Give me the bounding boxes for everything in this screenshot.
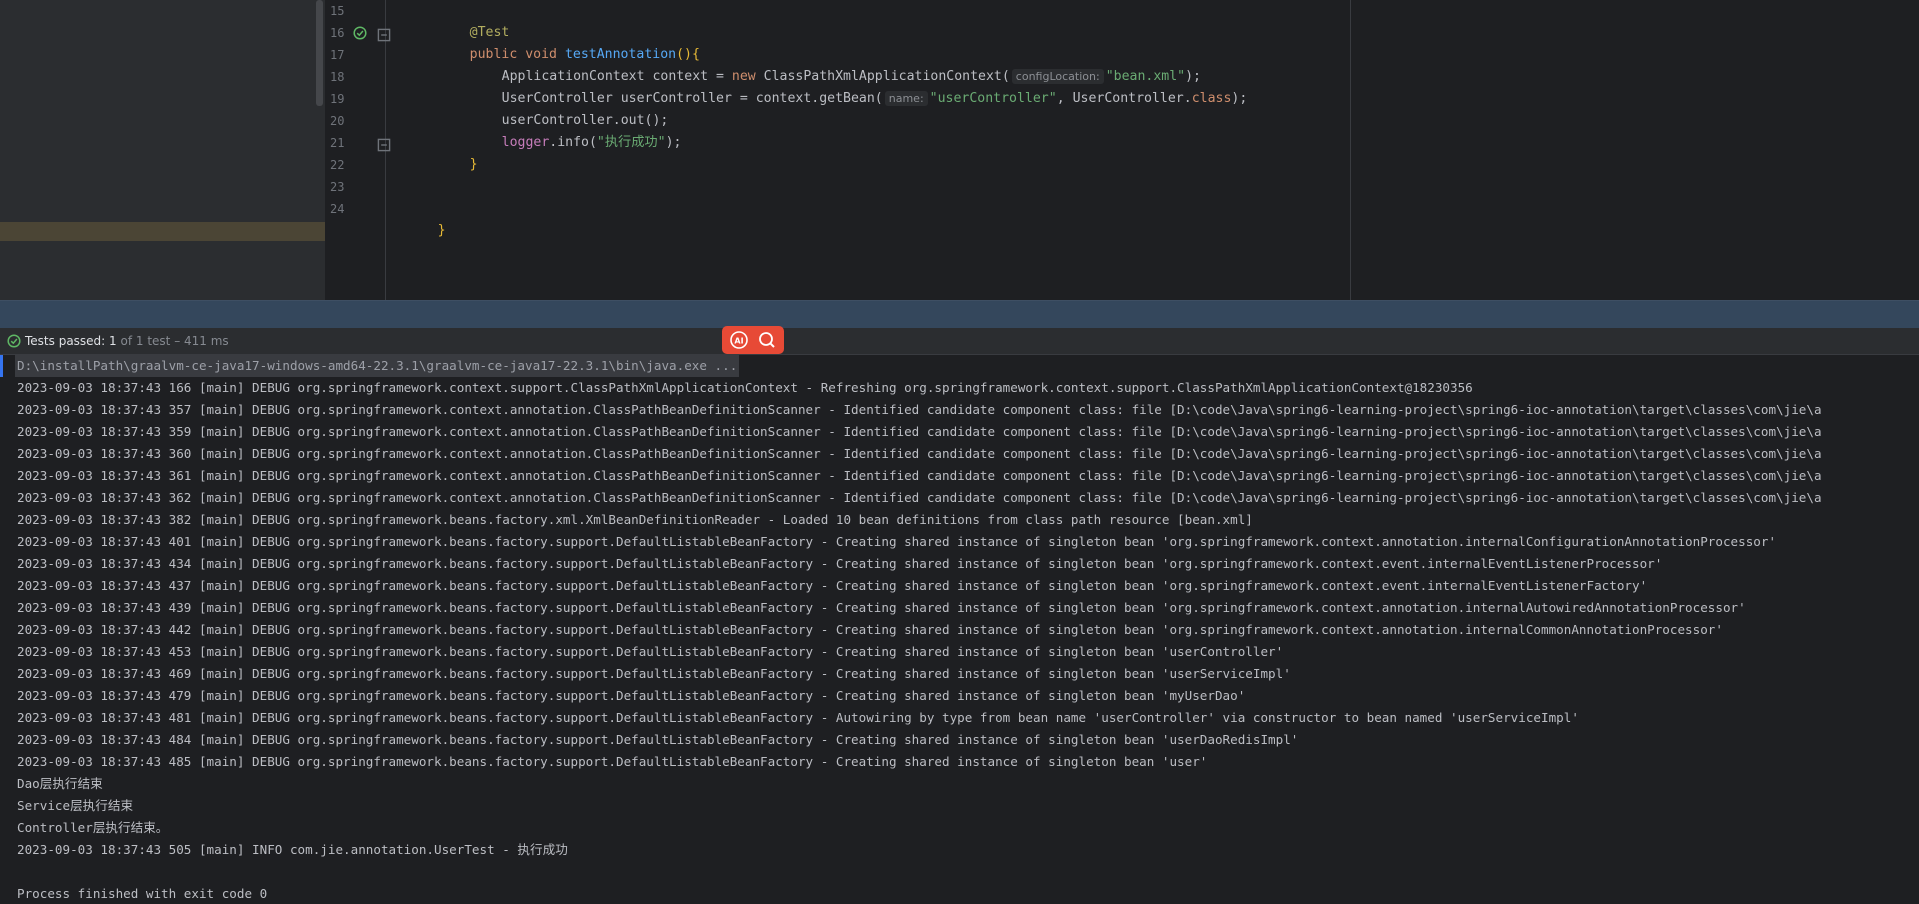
search-icon[interactable] bbox=[757, 330, 777, 350]
line-number: 18 bbox=[330, 70, 345, 84]
run-tool-window: Tests passed: 1 of 1 test – 411 ms AI D:… bbox=[0, 326, 1919, 904]
line-number: 19 bbox=[330, 92, 345, 106]
console-line: Process finished with exit code 0 bbox=[17, 886, 268, 901]
console-output[interactable]: D:\installPath\graalvm-ce-java17-windows… bbox=[0, 355, 1919, 904]
code-line-18: UserController userController = context.… bbox=[454, 66, 1247, 106]
scrollbar-thumb[interactable] bbox=[316, 0, 323, 106]
string-token: "userController" bbox=[929, 91, 1057, 106]
code-token: .info( bbox=[549, 135, 597, 150]
line-number: 23 bbox=[330, 180, 345, 194]
console-line: Dao层执行结束 bbox=[17, 776, 103, 791]
console-line: 2023-09-03 18:37:43 357 [main] DEBUG org… bbox=[17, 402, 1822, 417]
current-line-marker bbox=[0, 355, 3, 377]
line-number: 15 bbox=[330, 4, 345, 18]
console-line: 2023-09-03 18:37:43 453 [main] DEBUG org… bbox=[17, 644, 1284, 659]
line-number: 16 bbox=[330, 26, 345, 40]
console-line: 2023-09-03 18:37:43 437 [main] DEBUG org… bbox=[17, 578, 1648, 593]
code-line-19: userController.out(); bbox=[454, 88, 669, 128]
console-line: 2023-09-03 18:37:43 505 [main] INFO com.… bbox=[17, 842, 568, 857]
test-status-text: Tests passed: 1 of 1 test – 411 ms bbox=[25, 328, 229, 354]
run-test-passed-icon[interactable] bbox=[353, 26, 367, 40]
line-number: 20 bbox=[330, 114, 345, 128]
status-detail: of 1 test – 411 ms bbox=[120, 334, 229, 348]
check-circle-icon bbox=[7, 334, 21, 348]
code-line-24: } bbox=[390, 198, 446, 238]
console-line: 2023-09-03 18:37:43 359 [main] DEBUG org… bbox=[17, 424, 1822, 439]
floating-toolbar: AI bbox=[722, 326, 784, 354]
console-line: 2023-09-03 18:37:43 442 [main] DEBUG org… bbox=[17, 622, 1723, 637]
brace-token: } bbox=[469, 157, 478, 172]
console-line: 2023-09-03 18:37:43 439 [main] DEBUG org… bbox=[17, 600, 1746, 615]
console-line: 2023-09-03 18:37:43 382 [main] DEBUG org… bbox=[17, 512, 1253, 527]
console-line: 2023-09-03 18:37:43 361 [main] DEBUG org… bbox=[17, 468, 1822, 483]
status-label: Tests passed: bbox=[25, 334, 106, 348]
field-token: logger bbox=[501, 135, 550, 150]
code-area[interactable]: @Test public void testAnnotation(){ Appl… bbox=[390, 0, 1350, 300]
console-line: 2023-09-03 18:37:43 360 [main] DEBUG org… bbox=[17, 446, 1822, 461]
line-number: 21 bbox=[330, 136, 345, 150]
keyword-token: class bbox=[1191, 91, 1232, 106]
code-line-20: logger.info("执行成功"); bbox=[454, 110, 682, 150]
console-line: 2023-09-03 18:37:43 401 [main] DEBUG org… bbox=[17, 534, 1777, 549]
project-pane bbox=[0, 0, 325, 300]
console-line: Controller层执行结束。 bbox=[17, 820, 169, 835]
line-number: 17 bbox=[330, 48, 345, 62]
parameter-hint: name: bbox=[884, 91, 928, 106]
console-line: 2023-09-03 18:37:43 469 [main] DEBUG org… bbox=[17, 666, 1291, 681]
code-editor[interactable]: 15 16 17 18 19 20 21 22 23 24 @Test publ… bbox=[0, 0, 1919, 300]
console-line: 2023-09-03 18:37:43 481 [main] DEBUG org… bbox=[17, 710, 1579, 725]
console-line: 2023-09-03 18:37:43 479 [main] DEBUG org… bbox=[17, 688, 1246, 703]
ai-icon-label: AI bbox=[734, 337, 743, 346]
string-token: "执行成功" bbox=[596, 135, 666, 150]
line-number: 24 bbox=[330, 202, 345, 216]
console-command-line[interactable]: D:\installPath\graalvm-ce-java17-windows… bbox=[15, 355, 740, 377]
code-token: ); bbox=[1231, 91, 1248, 106]
console-line: 2023-09-03 18:37:43 484 [main] DEBUG org… bbox=[17, 732, 1299, 747]
code-line-21: } bbox=[422, 132, 478, 172]
console-line: Service层执行结束 bbox=[17, 798, 134, 813]
ai-assistant-icon[interactable]: AI bbox=[729, 330, 749, 350]
fold-icon[interactable] bbox=[377, 28, 391, 42]
console-line: 2023-09-03 18:37:43 362 [main] DEBUG org… bbox=[17, 490, 1822, 505]
console-line: 2023-09-03 18:37:43 434 [main] DEBUG org… bbox=[17, 556, 1663, 571]
test-status-bar: Tests passed: 1 of 1 test – 411 ms AI bbox=[0, 326, 1919, 355]
code-token: , UserController. bbox=[1056, 91, 1192, 106]
code-token: ); bbox=[665, 135, 682, 150]
code-line-15: @Test bbox=[422, 0, 510, 40]
brace-token: } bbox=[437, 223, 446, 238]
right-margin-guide bbox=[1350, 0, 1351, 300]
console-line: 2023-09-03 18:37:43 485 [main] DEBUG org… bbox=[17, 754, 1208, 769]
status-count: 1 bbox=[109, 334, 117, 348]
console-line: 2023-09-03 18:37:43 166 [main] DEBUG org… bbox=[17, 380, 1473, 395]
code-line-17: ApplicationContext context = new ClassPa… bbox=[454, 44, 1201, 84]
selected-row-highlight bbox=[0, 222, 325, 241]
code-line-16: public void testAnnotation(){ bbox=[422, 22, 700, 62]
panel-splitter[interactable] bbox=[0, 300, 1919, 329]
fold-end-icon[interactable] bbox=[377, 138, 391, 152]
line-number: 22 bbox=[330, 158, 345, 172]
